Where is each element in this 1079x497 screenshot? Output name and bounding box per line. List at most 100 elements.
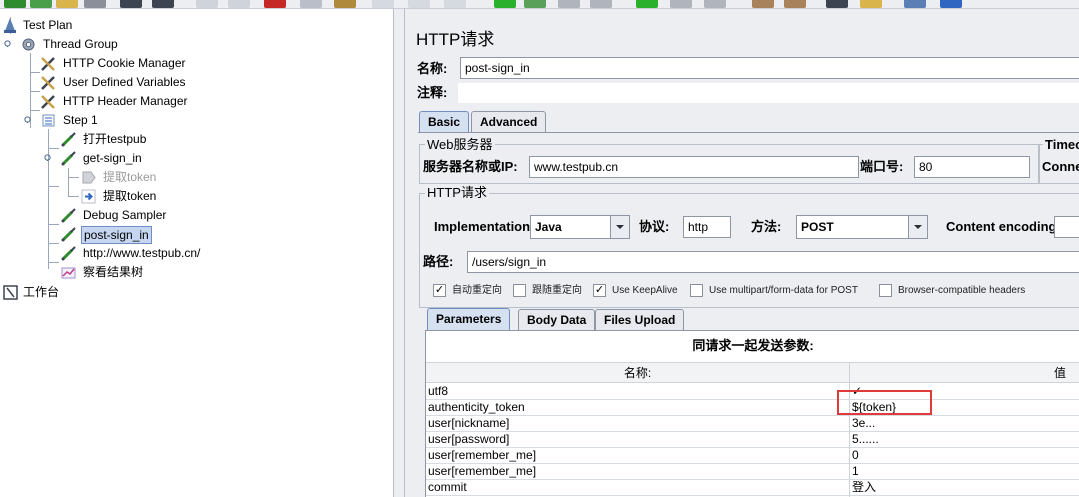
tree-item-label: 提取token <box>103 170 157 184</box>
table-row[interactable]: user[remember_me] 0 <box>426 448 1079 464</box>
param-value-cell[interactable]: 0 <box>850 448 1079 464</box>
search-icon[interactable] <box>826 0 848 8</box>
reset-search-icon[interactable] <box>860 0 882 8</box>
encoding-field[interactable] <box>1054 216 1079 238</box>
tab-advanced[interactable]: Advanced <box>471 111 547 133</box>
path-label: 路径: <box>423 254 454 269</box>
start-no-pause-icon[interactable] <box>524 0 546 8</box>
path-field[interactable]: /users/sign_in <box>467 251 1079 273</box>
help-icon[interactable] <box>940 0 962 8</box>
table-row[interactable]: user[remember_me] 1 <box>426 464 1079 480</box>
tab-basic[interactable]: Basic <box>419 111 470 133</box>
open-icon[interactable] <box>56 0 78 8</box>
remote-stop-icon[interactable] <box>670 0 692 8</box>
implementation-label: Implementation: <box>434 219 535 234</box>
paste-icon[interactable] <box>334 0 356 8</box>
column-header-name[interactable]: 名称: <box>426 363 849 383</box>
gear-icon <box>22 38 35 51</box>
pipette-icon <box>61 246 76 261</box>
table-row[interactable]: utf8 ✓ <box>426 384 1079 400</box>
stop-icon[interactable] <box>558 0 580 8</box>
param-name-cell[interactable]: user[remember_me] <box>426 448 849 464</box>
table-row[interactable]: user[nickname] 3e... <box>426 416 1079 432</box>
close-icon[interactable] <box>84 0 106 8</box>
collapse-knob-icon[interactable] <box>4 40 11 47</box>
checkmark-icon: ✓ <box>433 284 446 297</box>
method-select[interactable]: POST <box>796 215 928 239</box>
name-field[interactable]: post-sign_in <box>460 57 1079 79</box>
shutdown-icon[interactable] <box>590 0 612 8</box>
comment-label: 注释: <box>417 85 448 100</box>
tab-files-upload[interactable]: Files Upload <box>595 309 685 331</box>
clear-icon[interactable] <box>752 0 774 8</box>
undo-icon[interactable] <box>196 0 218 8</box>
pane-splitter[interactable] <box>393 9 405 497</box>
clear-all-icon[interactable] <box>784 0 806 8</box>
column-header-value[interactable]: 值 <box>850 363 1079 383</box>
panel-title: HTTP请求 <box>416 30 495 49</box>
table-row[interactable]: user[password] 5...... <box>426 432 1079 448</box>
redo-icon[interactable] <box>228 0 250 8</box>
param-name-cell[interactable]: utf8 <box>426 384 849 400</box>
extractor-icon <box>82 171 96 184</box>
tab-parameters[interactable]: Parameters <box>427 308 511 331</box>
toggle-icon[interactable] <box>444 0 466 8</box>
table-row[interactable]: commit 登入 <box>426 480 1079 496</box>
tree-item-label: Thread Group <box>43 37 118 51</box>
extractor-icon <box>81 189 96 204</box>
param-value-cell[interactable]: 3e... <box>850 416 1079 432</box>
copy-icon[interactable] <box>300 0 322 8</box>
test-plan-tree: Test Plan Thread Group HTTP Cookie Manag… <box>0 9 393 497</box>
annotation-highlight <box>837 390 932 415</box>
parameters-table: 同请求一起发送参数: 名称: 值 utf8 ✓ authenticity_token… <box>425 331 1079 497</box>
param-name-cell[interactable]: user[remember_me] <box>426 464 849 480</box>
templates-icon[interactable] <box>30 0 52 8</box>
collapse-icon[interactable] <box>408 0 430 8</box>
protocol-label: 协议: <box>639 219 670 234</box>
param-name-cell[interactable]: user[password] <box>426 432 849 448</box>
wrench-icon <box>41 95 55 109</box>
tree-item-label: Test Plan <box>23 18 73 32</box>
save-icon[interactable] <box>120 0 142 8</box>
implementation-select[interactable]: Java <box>530 215 630 239</box>
remote-shutdown-icon[interactable] <box>704 0 726 8</box>
server-label: 服务器名称或IP: <box>423 159 518 174</box>
method-value: POST <box>801 220 834 234</box>
tree-item-label: http://www.testpub.cn/ <box>83 246 201 260</box>
start-icon[interactable] <box>494 0 516 8</box>
tree-item-label: HTTP Header Manager <box>63 94 188 108</box>
pipette-icon <box>61 132 76 147</box>
http-request-title: HTTP请求 <box>425 185 489 201</box>
protocol-field[interactable]: http <box>683 216 731 238</box>
comment-field[interactable] <box>457 82 1079 104</box>
port-label: 端口号: <box>860 159 904 174</box>
remote-start-icon[interactable] <box>636 0 658 8</box>
port-field[interactable]: 80 <box>914 156 1030 178</box>
wrench-icon <box>41 76 55 90</box>
pipette-icon <box>61 227 76 242</box>
tree-item-label: HTTP Cookie Manager <box>63 56 186 70</box>
param-name-cell[interactable]: authenticity_token <box>426 400 849 416</box>
tree-item-label: User Defined Variables <box>63 75 186 89</box>
tab-body-data[interactable]: Body Data <box>518 309 596 331</box>
multipart-label: Use multipart/form-data for POST <box>709 285 858 296</box>
param-name-cell[interactable]: user[nickname] <box>426 416 849 432</box>
server-field[interactable]: www.testpub.cn <box>529 156 859 178</box>
checkmark-icon: ✓ <box>593 284 606 297</box>
pipette-icon <box>61 208 76 223</box>
workbench-icon <box>3 285 18 300</box>
collapse-knob-icon[interactable] <box>44 154 51 161</box>
param-value-cell[interactable]: 1 <box>850 464 1079 480</box>
expand-icon[interactable] <box>372 0 394 8</box>
tree-item-label: 工作台 <box>23 285 60 299</box>
cut-icon[interactable] <box>264 0 286 8</box>
save-screen-icon[interactable] <box>152 0 174 8</box>
collapse-knob-icon[interactable] <box>24 116 31 123</box>
follow-redirect-label: 跟随重定向 <box>532 285 582 296</box>
param-name-cell[interactable]: commit <box>426 480 849 496</box>
table-row[interactable]: authenticity_token ${token} <box>426 400 1079 416</box>
new-icon[interactable] <box>4 0 26 8</box>
param-value-cell[interactable]: 登入 <box>850 480 1079 496</box>
function-helper-icon[interactable] <box>904 0 926 8</box>
param-value-cell[interactable]: 5...... <box>850 432 1079 448</box>
